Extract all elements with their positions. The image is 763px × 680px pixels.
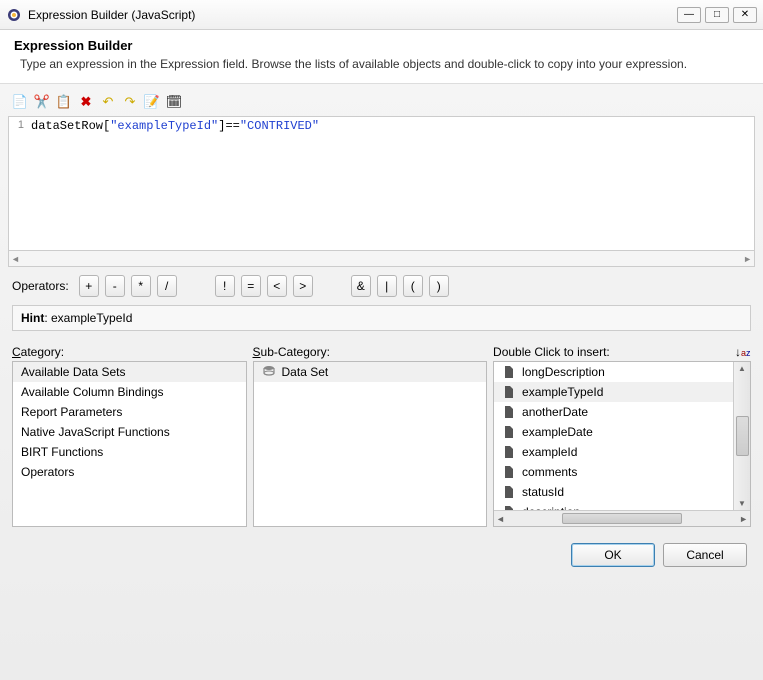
op-less[interactable]: < — [267, 275, 287, 297]
sort-az-icon[interactable]: ↓az — [735, 345, 751, 361]
columns-area: Category: Available Data Sets Available … — [8, 331, 755, 531]
minimize-button[interactable]: — — [677, 7, 701, 23]
editor-toolbar: 📄 ✂️ 📋 ✖ ↶ ↷ 📝 🗓 — [8, 92, 755, 116]
insert-vscroll[interactable]: ▲▼ — [733, 362, 750, 510]
insert-item[interactable]: longDescription — [494, 362, 733, 382]
undo-icon[interactable]: ↶ — [100, 94, 116, 110]
op-plus[interactable]: + — [79, 275, 99, 297]
op-greater[interactable]: > — [293, 275, 313, 297]
category-item[interactable]: Report Parameters — [13, 402, 246, 422]
file-icon — [502, 465, 516, 479]
op-and[interactable]: & — [351, 275, 371, 297]
title-bar: Expression Builder (JavaScript) — □ ✕ — [0, 0, 763, 30]
close-button[interactable]: ✕ — [733, 7, 757, 23]
file-icon — [502, 385, 516, 399]
dialog-header: Expression Builder Type an expression in… — [0, 30, 763, 84]
category-item[interactable]: Operators — [13, 462, 246, 482]
app-icon — [6, 7, 22, 23]
category-item[interactable]: Available Column Bindings — [13, 382, 246, 402]
dialog-subtitle: Type an expression in the Expression fie… — [14, 57, 749, 71]
dialog-content: 📄 ✂️ 📋 ✖ ↶ ↷ 📝 🗓 1 dataSetRow["exampleTy… — [0, 84, 763, 680]
hint-bar: Hint: exampleTypeId — [12, 305, 751, 331]
op-or[interactable]: | — [377, 275, 397, 297]
category-list[interactable]: Available Data Sets Available Column Bin… — [12, 361, 247, 527]
subcategory-column: Sub-Category: Data Set — [253, 345, 488, 527]
insert-item[interactable]: exampleDate — [494, 422, 733, 442]
cut-icon[interactable]: ✂️ — [34, 94, 50, 110]
paste-icon[interactable]: 📋 — [56, 94, 72, 110]
hint-value: exampleTypeId — [51, 311, 132, 325]
expression-code[interactable]: dataSetRow["exampleTypeId"]=="CONTRIVED" — [9, 117, 754, 135]
insert-item[interactable]: exampleId — [494, 442, 733, 462]
subcategory-label: S — [253, 345, 261, 359]
dialog-title: Expression Builder — [14, 38, 749, 53]
line-gutter: 1 — [9, 117, 27, 131]
insert-item[interactable]: statusId — [494, 482, 733, 502]
editor-hscroll[interactable]: ◄► — [8, 251, 755, 267]
insert-hscroll[interactable]: ◄► — [494, 510, 750, 526]
operators-row: Operators: + - * / ! = < > & | ( ) — [8, 267, 755, 305]
category-label: C — [12, 345, 21, 359]
operators-label: Operators: — [12, 279, 69, 293]
validate-icon[interactable]: 📝 — [144, 94, 160, 110]
ok-button[interactable]: OK — [571, 543, 655, 567]
category-column: Category: Available Data Sets Available … — [12, 345, 247, 527]
maximize-button[interactable]: □ — [705, 7, 729, 23]
file-icon — [502, 425, 516, 439]
insert-list[interactable]: longDescription exampleTypeId anotherDat… — [493, 361, 751, 527]
hint-label: Hint — [21, 311, 44, 325]
op-lparen[interactable]: ( — [403, 275, 423, 297]
subcategory-item[interactable]: Data Set — [254, 362, 487, 382]
op-multiply[interactable]: * — [131, 275, 151, 297]
insert-item[interactable]: exampleTypeId — [494, 382, 733, 402]
file-icon — [502, 405, 516, 419]
op-equals[interactable]: = — [241, 275, 261, 297]
file-icon — [502, 445, 516, 459]
file-icon — [502, 365, 516, 379]
copy-icon[interactable]: 📄 — [12, 94, 28, 110]
op-not[interactable]: ! — [215, 275, 235, 297]
delete-icon[interactable]: ✖ — [78, 94, 94, 110]
op-rparen[interactable]: ) — [429, 275, 449, 297]
insert-item[interactable]: anotherDate — [494, 402, 733, 422]
expression-editor[interactable]: 1 dataSetRow["exampleTypeId"]=="CONTRIVE… — [8, 116, 755, 251]
dataset-icon — [262, 365, 276, 379]
window-title: Expression Builder (JavaScript) — [28, 8, 673, 22]
file-icon — [502, 485, 516, 499]
cancel-button[interactable]: Cancel — [663, 543, 747, 567]
category-item[interactable]: Available Data Sets — [13, 362, 246, 382]
subcategory-list[interactable]: Data Set — [253, 361, 488, 527]
insert-item[interactable]: comments — [494, 462, 733, 482]
redo-icon[interactable]: ↷ — [122, 94, 138, 110]
category-item[interactable]: Native JavaScript Functions — [13, 422, 246, 442]
calendar-icon[interactable]: 🗓 — [166, 94, 182, 110]
category-item[interactable]: BIRT Functions — [13, 442, 246, 462]
op-divide[interactable]: / — [157, 275, 177, 297]
dialog-buttons: OK Cancel — [8, 531, 755, 567]
insert-column: Double Click to insert: ↓az longDescript… — [493, 345, 751, 527]
op-minus[interactable]: - — [105, 275, 125, 297]
insert-label: Double Click to insert: — [493, 345, 610, 359]
